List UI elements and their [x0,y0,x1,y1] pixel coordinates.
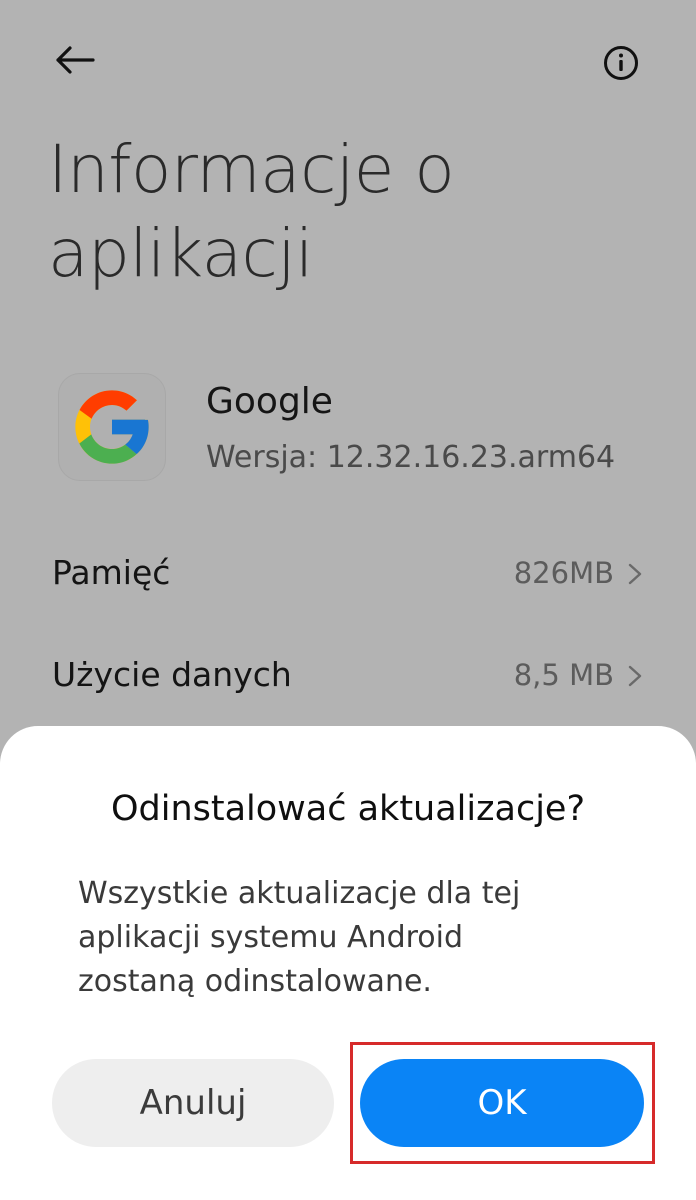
page-title: Informacje o aplikacji [48,128,668,296]
info-button[interactable] [598,40,644,86]
dialog-message-line-2: aplikacji systemu Android [78,920,464,955]
app-version: Wersja: 12.32.16.23.arm64 [206,440,616,475]
storage-value: 826MB [513,556,614,590]
uninstall-updates-dialog: Odinstalować aktualizacje? Wszystkie akt… [0,726,696,1200]
app-name: Google [206,381,333,422]
chevron-right-icon [628,563,642,585]
arrow-left-icon [56,46,95,74]
google-app-icon [58,373,166,481]
data-usage-row[interactable]: Użycie danych 8,5 MB [0,636,696,716]
back-button[interactable] [48,36,102,84]
google-g-logo [75,390,149,464]
page-title-line-1: Informacje o [48,131,455,208]
chevron-right-icon [628,665,642,687]
dialog-message-line-1: Wszystkie aktualizacje dla tej [78,876,521,911]
dialog-message: Wszystkie aktualizacje dla tej aplikacji… [78,872,638,1004]
dialog-message-line-3: zostaną odinstalowane. [78,964,432,999]
top-bar [0,0,696,120]
storage-row[interactable]: Pamięć 826MB [0,534,696,614]
storage-label: Pamięć [52,553,171,592]
cancel-button[interactable]: Anuluj [52,1059,334,1147]
ok-button[interactable]: OK [360,1059,644,1147]
data-usage-label: Użycie danych [52,655,292,694]
data-usage-value: 8,5 MB [513,658,614,692]
info-circle-icon [604,46,638,80]
dialog-title: Odinstalować aktualizacje? [110,789,586,829]
page-title-line-2: aplikacji [48,215,313,292]
